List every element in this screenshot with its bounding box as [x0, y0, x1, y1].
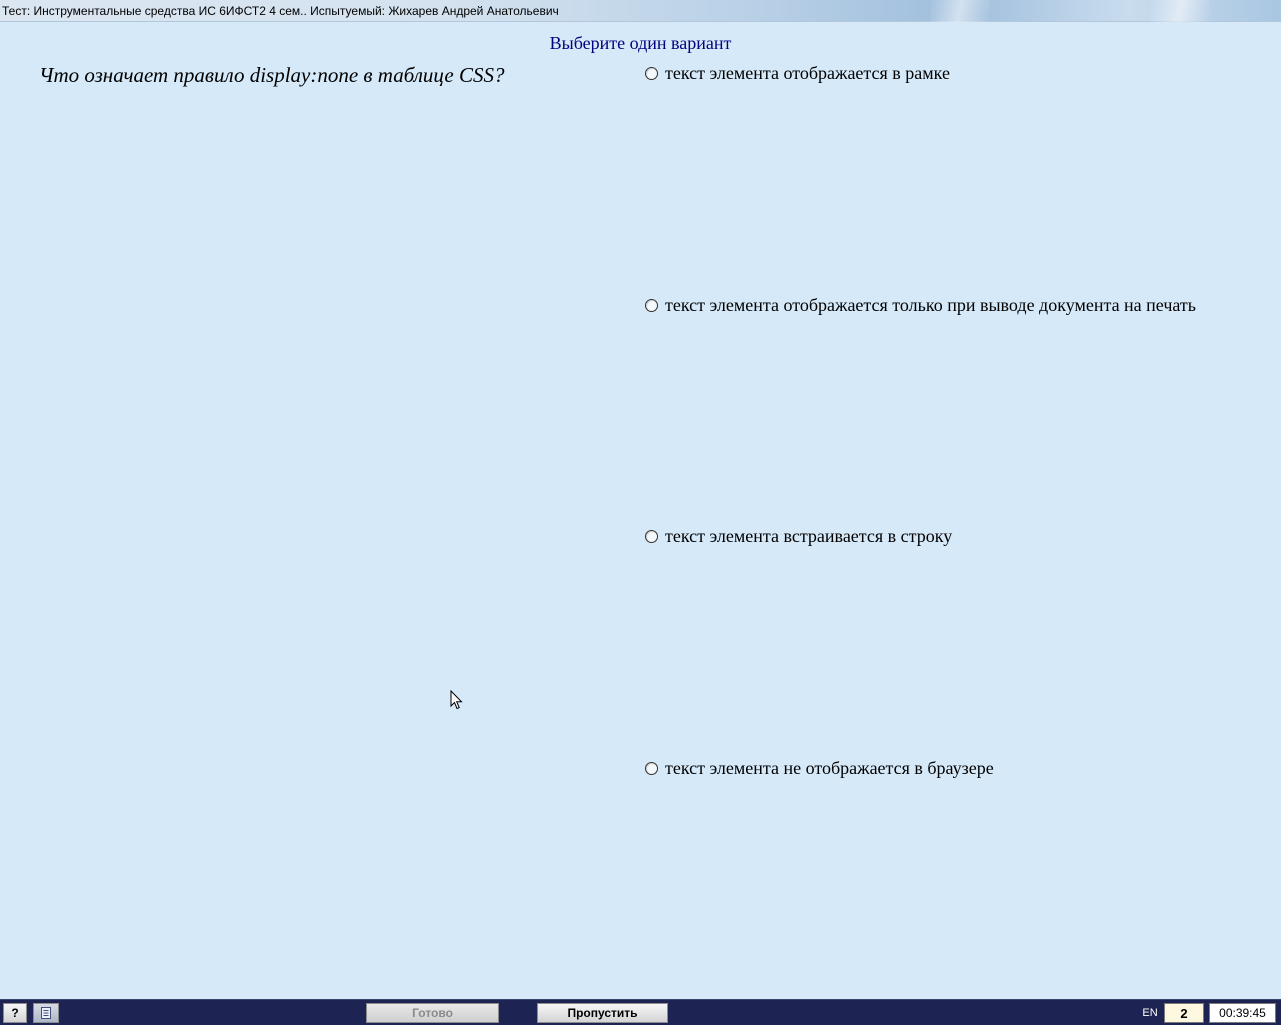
document-button[interactable] [33, 1003, 59, 1023]
window-titlebar: Тест: Инструментальные средства ИС 6ИФСТ… [0, 0, 1281, 22]
answer-option-4[interactable]: текст элемента не отображается в браузер… [645, 756, 994, 780]
radio-button[interactable] [645, 529, 658, 543]
document-icon [41, 1007, 51, 1019]
answer-option-1[interactable]: текст элемента отображается в рамке [645, 61, 950, 85]
language-indicator[interactable]: EN [1139, 1005, 1161, 1021]
radio-button[interactable] [645, 66, 658, 80]
answer-option-2[interactable]: текст элемента отображается только при в… [645, 293, 1196, 317]
radio-button[interactable] [645, 761, 658, 775]
radio-button[interactable] [645, 298, 658, 312]
help-button[interactable]: ? [3, 1003, 27, 1023]
titlebar-glare [930, 0, 990, 22]
answer-option-label: текст элемента отображается в рамке [665, 62, 950, 83]
answer-option-label: текст элемента отображается только при в… [665, 294, 1196, 315]
answer-option-label: текст элемента не отображается в браузер… [665, 757, 994, 778]
window-title: Тест: Инструментальные средства ИС 6ИФСТ… [2, 4, 559, 18]
done-button[interactable]: Готово [366, 1003, 499, 1023]
answer-option-label: текст элемента встраивается в строку [665, 525, 953, 546]
question-number: 2 [1164, 1003, 1204, 1023]
mouse-cursor-icon [450, 690, 463, 710]
instruction-text: Выберите один вариант [549, 33, 732, 53]
bottom-toolbar: ? Готово Пропустить EN 2 00:39:45 [0, 999, 1281, 1025]
question-text: Что означает правило display:none в табл… [39, 63, 505, 87]
answer-option-3[interactable]: текст элемента встраивается в строку [645, 524, 952, 548]
timer: 00:39:45 [1209, 1003, 1276, 1023]
titlebar-glare [1150, 0, 1210, 22]
skip-button[interactable]: Пропустить [537, 1003, 668, 1023]
